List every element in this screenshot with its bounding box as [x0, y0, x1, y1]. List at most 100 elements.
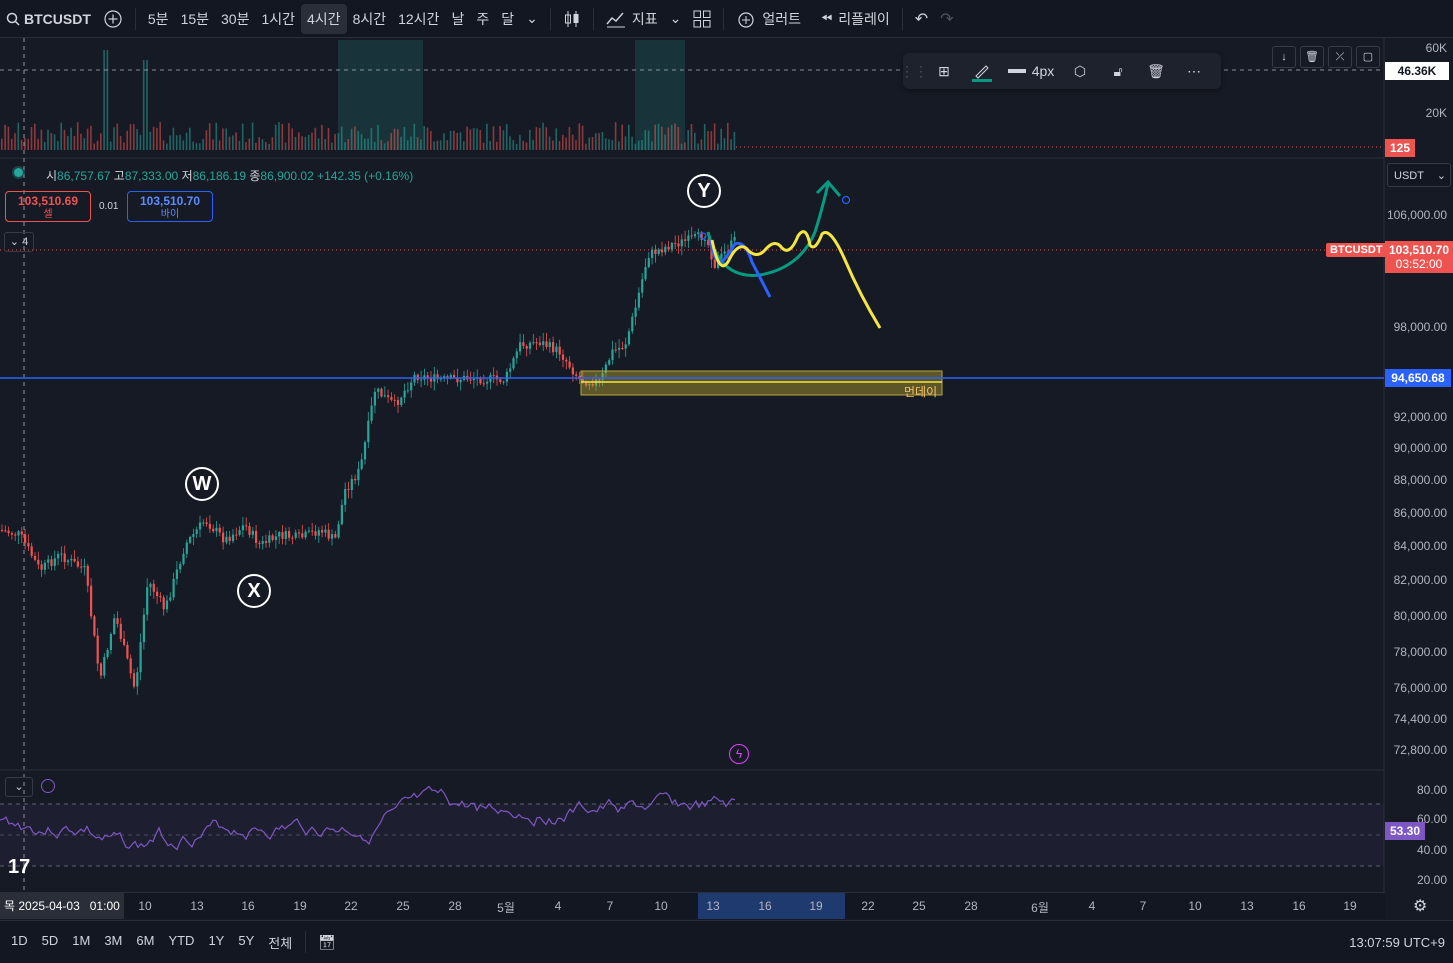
volume-bar	[248, 138, 251, 150]
more-button[interactable]: ⋯	[1175, 53, 1213, 89]
indicators-button[interactable]: 지표	[600, 4, 664, 34]
wave-label-x[interactable]: X	[237, 574, 271, 608]
rsi-axis-label: 40.00	[1416, 843, 1447, 857]
price-axis-label: 90,000.00	[1393, 441, 1447, 455]
collapse-pane-button[interactable]: ⤫	[1328, 46, 1352, 68]
candle-body	[182, 553, 185, 564]
line-width-button[interactable]: 4px	[1001, 53, 1061, 89]
replay-button[interactable]: ⏪︎ 리플레이	[815, 4, 896, 34]
volume-bar	[548, 136, 551, 150]
candle-body	[614, 349, 617, 351]
volume-bar	[707, 130, 709, 150]
interval-button[interactable]: 30분	[215, 4, 255, 34]
volume-bar	[400, 136, 402, 150]
sell-button[interactable]: 103,510.69 셀	[5, 191, 91, 222]
volume-bar	[614, 122, 617, 150]
candle-body	[86, 565, 89, 586]
range-button[interactable]: 1D	[4, 933, 35, 952]
delete-pane-button[interactable]: 🗑︎	[1300, 46, 1324, 68]
color-button[interactable]	[963, 53, 1001, 89]
buy-button[interactable]: 103,510.70 바이	[127, 191, 213, 222]
candle-body	[519, 342, 522, 352]
alert-label: 얼러트	[762, 10, 801, 27]
separator	[305, 931, 307, 953]
volume-bar	[268, 143, 270, 150]
volume-bar	[159, 122, 161, 150]
unlock-icon: 🔓︎	[1113, 62, 1123, 79]
candle-body	[680, 239, 683, 247]
volume-bar	[529, 129, 531, 150]
volume-bar	[281, 123, 284, 150]
candle-body	[175, 569, 178, 579]
rsi-collapse-button[interactable]: ⌄	[5, 777, 33, 797]
candle-body	[14, 534, 17, 536]
range-button[interactable]: 6M	[129, 933, 161, 952]
symbol-search[interactable]: BTCUSDT	[0, 4, 97, 34]
wave-label-y[interactable]: Y	[687, 174, 721, 208]
indicators-collapse-button[interactable]: ⌄ 4	[4, 232, 34, 252]
volume-bar	[413, 123, 416, 150]
alert-button[interactable]: 얼러트	[730, 4, 807, 34]
settings-button[interactable]: ⬡	[1061, 53, 1099, 89]
tradingview-logo[interactable]: 17	[8, 856, 30, 879]
candle-body	[660, 249, 664, 253]
candle-body	[515, 351, 518, 359]
wave-label-w[interactable]: W	[185, 467, 219, 501]
indicators-dropdown[interactable]: ⌄	[664, 4, 688, 34]
move-down-button[interactable]: ↓	[1272, 46, 1296, 68]
high-value: 87,333.00	[124, 169, 179, 183]
maximize-pane-button[interactable]: ▢	[1356, 46, 1380, 68]
volume-bar	[687, 130, 689, 150]
time-tick: 10	[654, 899, 668, 913]
interval-button[interactable]: 8시간	[347, 4, 393, 34]
candle-body	[317, 530, 320, 536]
lock-button[interactable]: 🔓︎	[1099, 53, 1137, 89]
support-zone[interactable]	[580, 370, 943, 396]
currency-select[interactable]: USDT ⌄	[1387, 163, 1451, 187]
volume-bar	[126, 130, 128, 150]
range-button[interactable]: 5Y	[231, 933, 261, 952]
candle-body	[631, 316, 634, 332]
range-button[interactable]: 1Y	[201, 933, 231, 952]
interval-button[interactable]: 12시간	[392, 4, 445, 34]
volume-bar	[496, 141, 498, 150]
range-button[interactable]: 1M	[65, 933, 97, 952]
interval-button[interactable]: 1시간	[255, 4, 301, 34]
price-axis-label: 86,000.00	[1393, 506, 1447, 520]
compare-symbol-button[interactable]	[97, 4, 129, 34]
price-axis-label: 72,800.00	[1393, 743, 1447, 757]
interval-dropdown[interactable]: ⌄	[520, 4, 544, 34]
range-button[interactable]: 3M	[97, 933, 129, 952]
time-axis[interactable]: 목 2025-04-03 01:00 10 13 16 19 22 25 28 5월 4 7 10 1…	[0, 892, 1385, 919]
range-button[interactable]: YTD	[161, 933, 201, 952]
lightning-icon[interactable]: ϟ	[729, 744, 749, 764]
arrow-down-icon: ↓	[1281, 51, 1287, 63]
interval-button[interactable]: 15분	[175, 4, 215, 34]
chart-type-button[interactable]	[557, 4, 587, 34]
delete-button[interactable]: 🗑︎	[1137, 53, 1175, 89]
volume-bar	[700, 139, 703, 150]
drag-handle-icon[interactable]: ⋮⋮	[900, 53, 928, 89]
volume-bar	[446, 140, 449, 150]
price-axis-label: 84,000.00	[1393, 539, 1447, 553]
date-range-button[interactable]: 📅︎	[312, 927, 342, 957]
range-button[interactable]: 5D	[35, 933, 66, 952]
redo-button[interactable]: ↷	[934, 4, 959, 34]
range-button[interactable]: 전체	[261, 933, 299, 952]
interval-button[interactable]: 4시간	[301, 3, 347, 34]
layout-button[interactable]	[687, 4, 717, 34]
price-axis-label: 88,000.00	[1393, 473, 1447, 487]
axis-settings-button[interactable]: ⚙︎	[1413, 896, 1427, 916]
interval-button[interactable]: 5분	[142, 4, 175, 34]
volume-bar	[340, 126, 343, 150]
candle-body	[568, 361, 571, 368]
volume-bar	[387, 141, 389, 150]
interval-button[interactable]: 주	[470, 4, 495, 34]
candle-body	[291, 537, 294, 539]
interval-button[interactable]: 달	[495, 4, 520, 34]
candle-body	[179, 563, 182, 570]
undo-button[interactable]: ↶	[909, 4, 934, 34]
interval-button[interactable]: 날	[445, 4, 470, 34]
templates-button[interactable]: ⊞	[925, 53, 963, 89]
candle-body	[334, 534, 337, 538]
